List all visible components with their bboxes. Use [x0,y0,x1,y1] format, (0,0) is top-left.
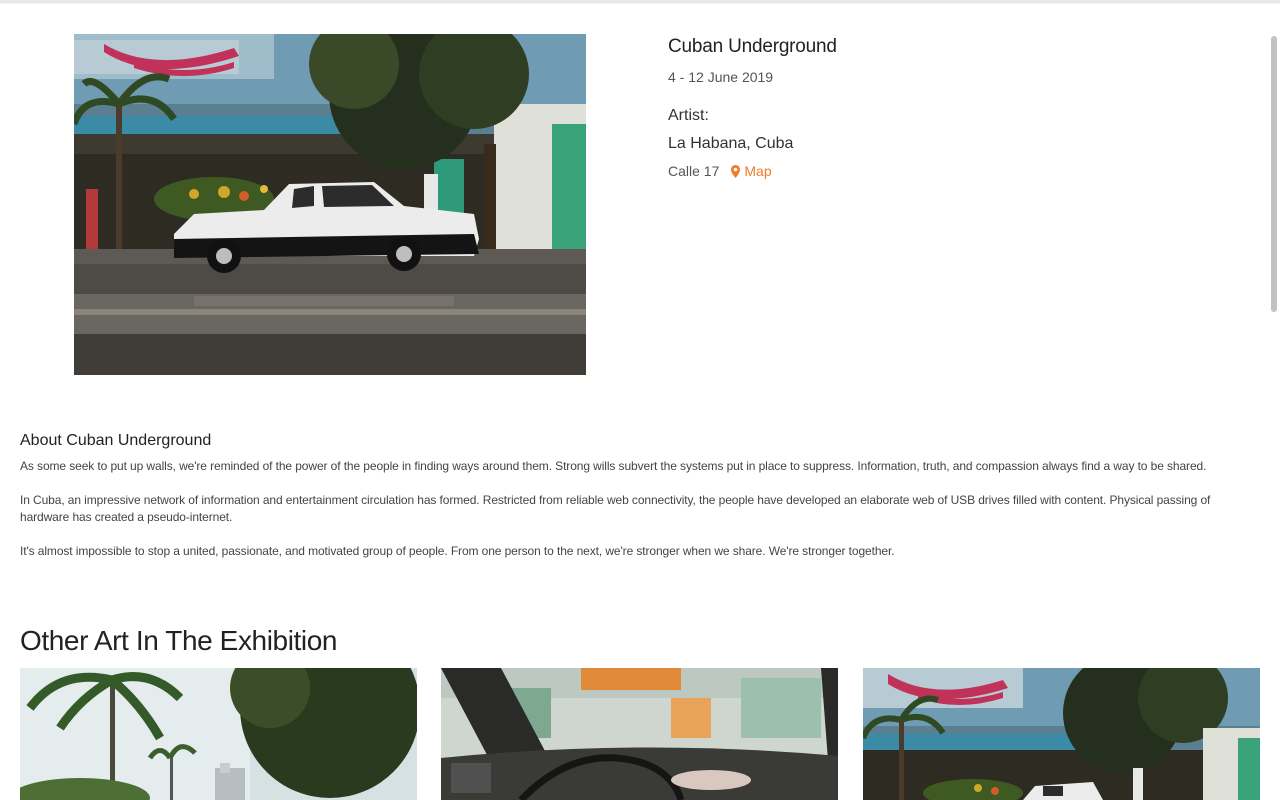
exhibition-location: La Habana, Cuba [668,135,794,152]
map-link-label: Map [744,163,772,179]
map-link[interactable]: Map [731,162,772,180]
exhibition-title: Cuban Underground [668,36,837,57]
about-paragraph: As some seek to put up walls, we're remi… [20,459,1207,473]
artist-label: Artist: [668,107,709,124]
scrollbar-thumb[interactable] [1271,36,1277,312]
exhibition-info: Cuban Underground 4 - 12 June 2019 Artis… [668,34,1228,180]
top-border [0,0,1280,4]
about-paragraph: In Cuba, an impressive network of inform… [20,493,1211,524]
other-art-thumbnail[interactable] [441,668,838,800]
other-art-heading: Other Art In The Exhibition [20,625,338,656]
map-pin-icon [731,164,741,178]
about-section: About Cuban Underground As some seek to … [20,430,1260,577]
other-art-thumbnail[interactable] [20,668,417,800]
exhibition-hero-image [74,34,586,375]
about-heading: About Cuban Underground [20,432,212,449]
address-row: Calle 17 Map [668,162,1228,180]
about-paragraph: It's almost impossible to stop a united,… [20,544,895,558]
exhibition-address: Calle 17 [668,163,720,179]
exhibition-dates: 4 - 12 June 2019 [668,69,774,85]
other-art-thumbnail[interactable] [863,668,1260,800]
